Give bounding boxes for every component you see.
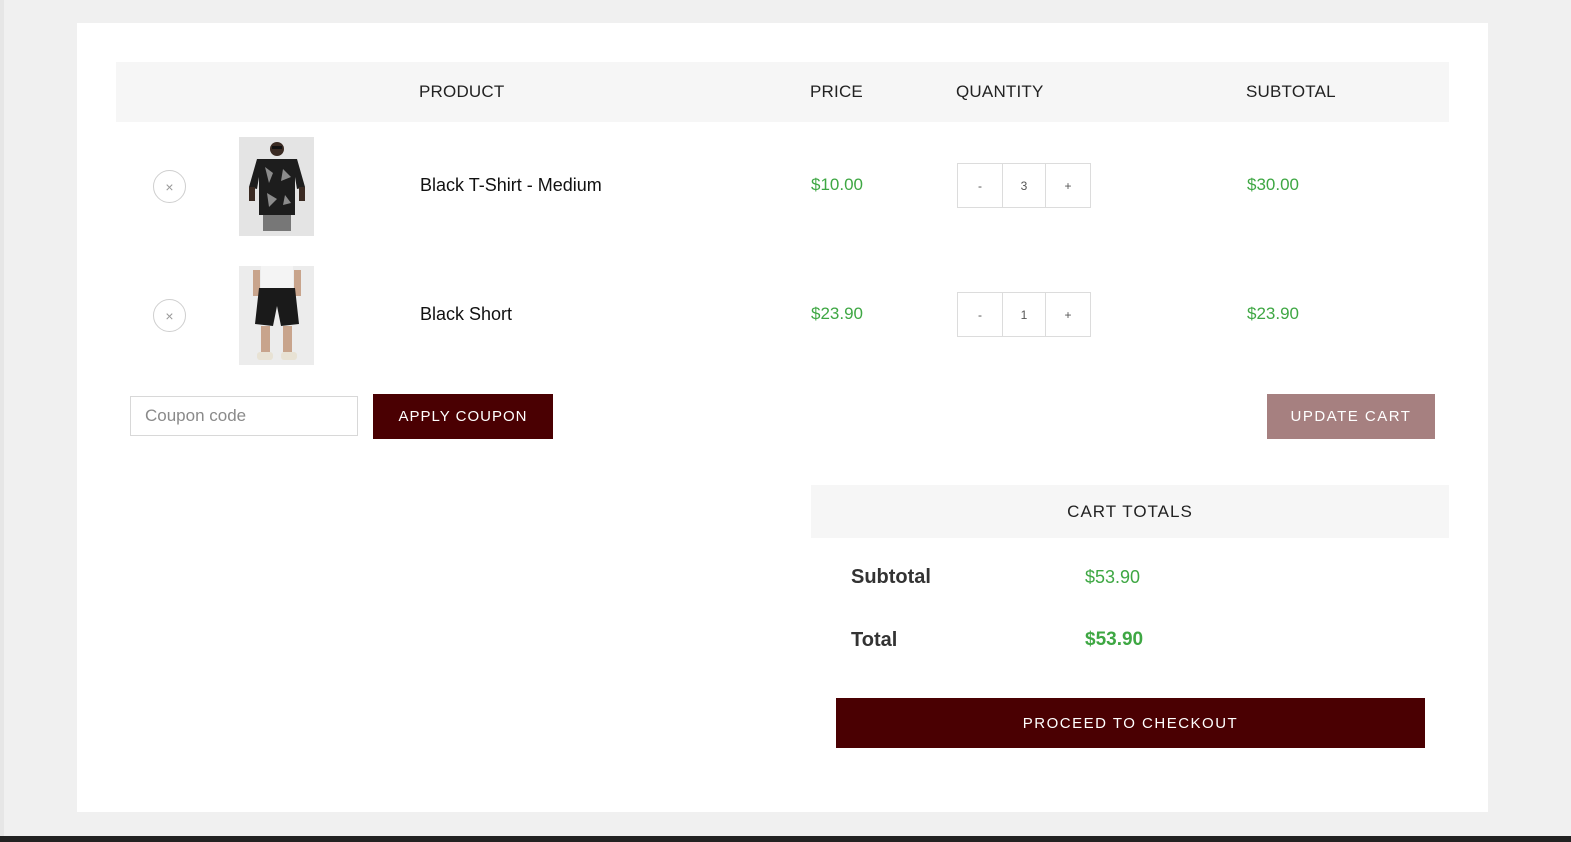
column-header-quantity: QUANTITY (956, 82, 1044, 101)
page-edge (0, 0, 4, 842)
quantity-decrease-button[interactable]: - (958, 293, 1002, 336)
close-icon: × (165, 178, 174, 195)
cart-table: PRODUCT PRICE QUANTITY SUBTOTAL × Black … (116, 62, 1449, 380)
item-subtotal: $30.00 (1247, 175, 1299, 194)
product-price: $23.90 (811, 304, 863, 323)
totals-total-value: $53.90 (1085, 629, 1144, 650)
shorts-model-image (239, 266, 314, 365)
cart-table-header: PRODUCT PRICE QUANTITY SUBTOTAL (116, 62, 1449, 122)
cart-row: × Black Short $23.90 - 1 + $23.90 (116, 251, 1449, 380)
close-icon: × (165, 307, 174, 324)
cart-totals-heading: CART TOTALS (811, 485, 1449, 538)
tshirt-model-image (239, 137, 314, 236)
product-name-link[interactable]: Black T-Shirt - Medium (420, 175, 602, 196)
item-subtotal: $23.90 (1247, 304, 1299, 323)
totals-subtotal-row: Subtotal $53.90 (811, 538, 1449, 601)
column-header-product: PRODUCT (419, 82, 505, 101)
totals-total-row: Total $53.90 (811, 601, 1449, 664)
quantity-stepper: - 1 + (957, 292, 1091, 337)
product-name-link[interactable]: Black Short (420, 304, 512, 325)
remove-item-button[interactable]: × (153, 170, 186, 203)
quantity-input[interactable]: 3 (1002, 164, 1046, 207)
totals-subtotal-label: Subtotal (851, 566, 931, 588)
remove-item-button[interactable]: × (153, 299, 186, 332)
quantity-increase-button[interactable]: + (1046, 164, 1090, 207)
quantity-decrease-button[interactable]: - (958, 164, 1002, 207)
column-header-price: PRICE (810, 82, 863, 101)
product-thumbnail[interactable] (239, 137, 314, 236)
quantity-input[interactable]: 1 (1002, 293, 1046, 336)
coupon-code-input[interactable] (130, 396, 358, 436)
cart-totals: CART TOTALS Subtotal $53.90 Total $53.90… (811, 485, 1449, 748)
cart-row: × Black T-Shirt - Medium $10.00 - 3 + $3… (116, 122, 1449, 251)
totals-total-label: Total (851, 629, 898, 651)
apply-coupon-button[interactable]: APPLY COUPON (373, 394, 553, 439)
footer-edge (0, 836, 1571, 842)
column-header-subtotal: SUBTOTAL (1246, 82, 1336, 101)
totals-subtotal-value: $53.90 (1085, 567, 1141, 587)
quantity-stepper: - 3 + (957, 163, 1091, 208)
cart-page: PRODUCT PRICE QUANTITY SUBTOTAL × Black … (77, 23, 1488, 812)
product-price: $10.00 (811, 175, 863, 194)
product-thumbnail[interactable] (239, 266, 314, 365)
proceed-to-checkout-button[interactable]: PROCEED TO CHECKOUT (836, 698, 1425, 748)
update-cart-button[interactable]: UPDATE CART (1267, 394, 1435, 439)
quantity-increase-button[interactable]: + (1046, 293, 1090, 336)
